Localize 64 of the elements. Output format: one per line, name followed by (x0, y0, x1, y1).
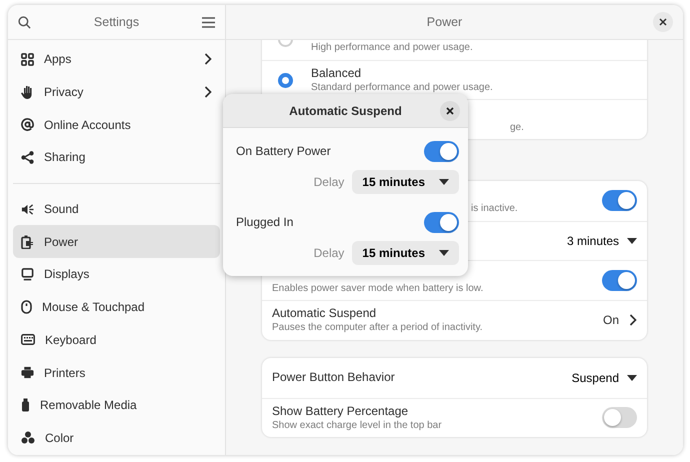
toggle-switch[interactable] (602, 407, 637, 428)
hand-icon (21, 85, 34, 100)
chevron-right-icon (629, 314, 637, 326)
caret-icon (627, 374, 637, 381)
toggle-switch[interactable] (424, 140, 459, 162)
row-subtitle: Standard performance and power usage. (311, 81, 494, 94)
delay-dropdown[interactable]: 15 minutes (352, 241, 459, 265)
sidebar-item[interactable]: Online Accounts (13, 108, 220, 142)
dropdown[interactable]: 3 minutes (566, 232, 637, 250)
toggle-switch[interactable] (424, 212, 459, 232)
sidebar-title: Settings (92, 14, 140, 31)
row-value: On (602, 312, 619, 330)
sidebar-item[interactable]: Mouse & Touchpad (13, 290, 220, 324)
caret-icon (627, 238, 637, 244)
row-title: Power Button Behavior (272, 370, 396, 386)
sidebar-item[interactable]: Keyboard (13, 324, 220, 356)
printer-icon (21, 366, 34, 380)
color-circles-icon (21, 431, 35, 444)
menu-icon[interactable] (202, 16, 215, 28)
sidebar-item[interactable]: Sharing (13, 141, 220, 174)
sidebar-item[interactable]: Privacy (13, 76, 220, 108)
delay-label: Delay (314, 174, 344, 191)
sidebar-item[interactable]: Power (13, 225, 220, 258)
close-icon (659, 18, 667, 26)
page-title: Power (426, 14, 464, 31)
delay-dropdown[interactable]: 15 minutes (352, 170, 459, 194)
battery-plug-icon (21, 234, 34, 249)
sidebar-item[interactable]: Removable Media (13, 388, 220, 422)
usb-drive-icon (21, 398, 30, 412)
setting-label: Plugged In (236, 214, 294, 231)
delay-label: Delay (314, 245, 344, 262)
caret-icon (439, 179, 449, 185)
dropdown[interactable]: Suspend (572, 368, 637, 387)
sidebar-item[interactable]: Displays (13, 258, 220, 291)
row-subtitle: Show exact charge level in the top bar (272, 418, 443, 432)
row-subtitle: ge. (510, 120, 525, 134)
setting-label: On Battery Power (236, 143, 331, 160)
radio-button[interactable] (278, 72, 293, 88)
share-icon (21, 150, 34, 164)
row-subtitle: Enables power saver mode when battery is low. (272, 282, 484, 295)
at-sign-icon (21, 118, 34, 132)
toggle-switch[interactable] (602, 190, 637, 212)
row-subtitle: is inactive. (471, 202, 519, 215)
speaker-icon (21, 202, 34, 216)
row-subtitle: Pauses the computer after a period of inactivity. (272, 321, 484, 334)
close-icon (446, 107, 454, 115)
search-icon[interactable] (18, 16, 31, 28)
row-title: Show Battery Percentage (272, 404, 410, 419)
caret-icon (439, 250, 449, 256)
toggle-switch[interactable] (602, 270, 637, 292)
dialog-title: Automatic Suspend (289, 102, 402, 120)
monitor-icon (21, 268, 34, 281)
apps-grid-icon (21, 52, 34, 66)
row-title: Automatic Suspend (272, 306, 378, 322)
row-subtitle: High performance and power usage. (311, 40, 474, 54)
sidebar-item[interactable]: Printers (13, 356, 220, 389)
row-title: Balanced (311, 66, 362, 82)
close-button[interactable] (440, 101, 460, 121)
sidebar-item[interactable]: Apps (13, 43, 220, 76)
close-button[interactable] (653, 12, 673, 32)
keyboard-icon (21, 334, 35, 346)
sidebar-item[interactable]: Color (13, 422, 220, 454)
sidebar-item[interactable]: Sound (13, 192, 220, 226)
mouse-icon (21, 300, 32, 314)
